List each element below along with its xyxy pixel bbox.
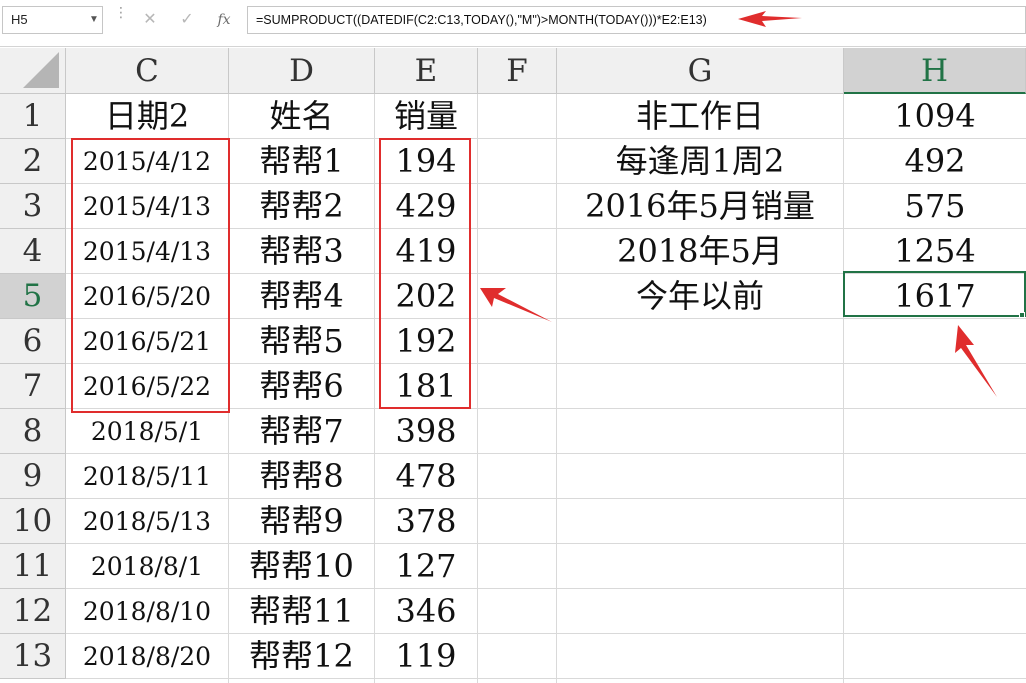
arrow-to-formula-icon [738,11,802,27]
arrow-to-result-icon [955,325,997,397]
annotation-arrows [480,11,997,397]
arrow-to-sales-icon [480,288,552,322]
